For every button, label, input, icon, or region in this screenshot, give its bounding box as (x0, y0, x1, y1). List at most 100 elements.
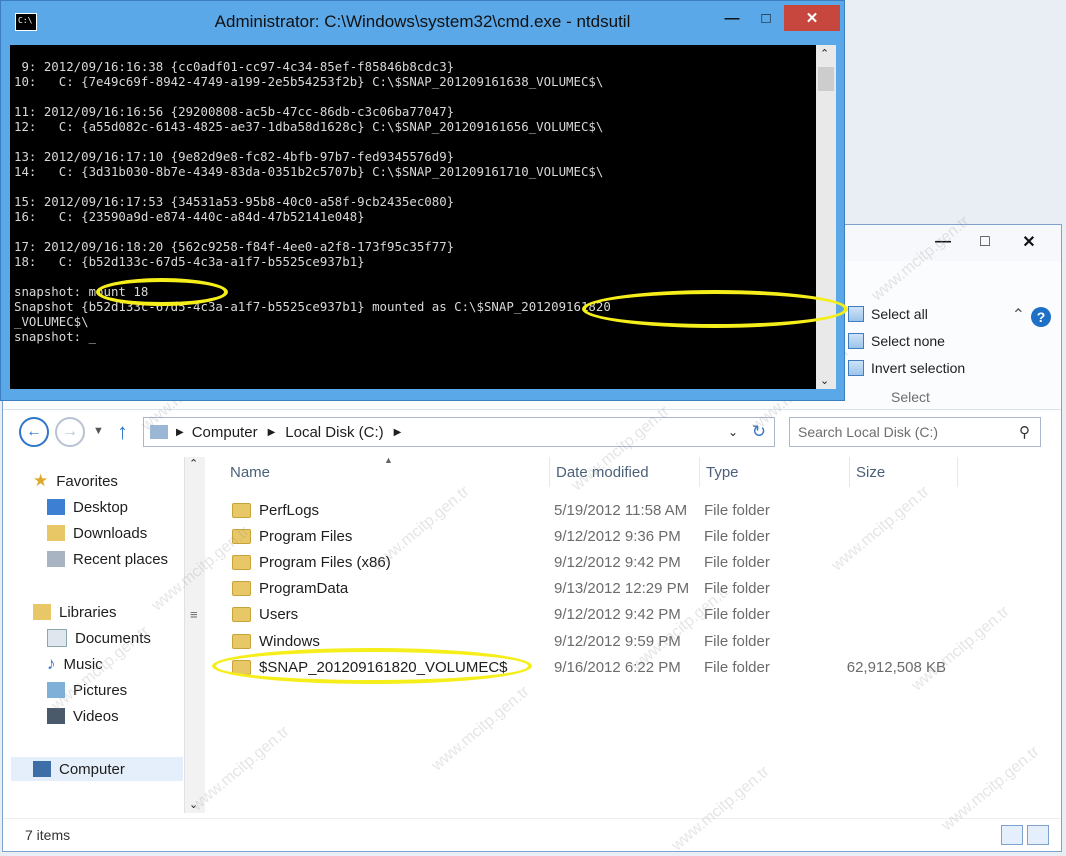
select-all-icon (848, 306, 864, 322)
console-line: 10: C: {7e49c69f-8942-4749-a199-2e5b5425… (14, 74, 604, 89)
breadcrumb-local-disk[interactable]: Local Disk (C:) (285, 424, 383, 441)
console-line: 13: 2012/09/16:17:10 {9e82d9e8-fc82-4bfb… (14, 149, 455, 164)
item-count: 7 items (25, 827, 71, 843)
file-row[interactable]: PerfLogs 5/19/2012 11:58 AM File folder (208, 497, 968, 523)
column-header-type[interactable]: Type (700, 457, 850, 487)
file-list: Name ▲ Date modified Type Size PerfLogs 5… (208, 455, 1063, 817)
recent-locations-chevron-icon[interactable]: ▼ (93, 425, 104, 437)
nav-desktop[interactable]: Desktop (47, 495, 128, 519)
cmd-titlebar: C:\ Administrator: C:\Windows\system32\c… (1, 1, 844, 45)
help-icon[interactable]: ? (1031, 307, 1051, 327)
details-view-icon[interactable] (1001, 825, 1023, 845)
large-icons-view-icon[interactable] (1027, 825, 1049, 845)
breadcrumb-separator-icon[interactable]: ▶ (176, 427, 184, 438)
breadcrumb-separator-icon[interactable]: ▶ (268, 427, 276, 438)
file-type: File folder (704, 632, 770, 650)
file-type: File folder (704, 501, 770, 519)
file-name: Program Files (259, 527, 353, 545)
search-icon[interactable]: ⚲ (1019, 423, 1030, 441)
cmd-maximize-button[interactable]: □ (750, 5, 782, 31)
nav-computer[interactable]: Computer (11, 757, 183, 781)
scroll-up-icon[interactable]: ⌃ (820, 47, 829, 60)
downloads-icon (47, 525, 65, 541)
cmd-window: C:\ Administrator: C:\Windows\system32\c… (0, 0, 845, 401)
file-date: 5/19/2012 11:58 AM (554, 501, 688, 519)
invert-selection-button[interactable]: Invert selection (848, 358, 965, 378)
file-date: 9/16/2012 6:22 PM (554, 658, 681, 676)
file-type: File folder (704, 553, 770, 571)
file-name: Windows (259, 632, 320, 650)
nav-recent-places-label: Recent places (73, 550, 169, 568)
file-size (854, 576, 946, 602)
cmd-scrollbar[interactable]: ⌃ ⌄ (816, 45, 836, 389)
select-all-button[interactable]: Select all (848, 304, 928, 324)
select-all-label: Select all (871, 306, 928, 322)
console-line: _VOLUMEC$\ (14, 314, 89, 329)
file-size (854, 549, 946, 575)
nav-downloads[interactable]: Downloads (47, 521, 147, 545)
star-icon: ★ (33, 471, 49, 490)
back-button[interactable]: ← (19, 417, 49, 447)
file-name: PerfLogs (259, 501, 320, 519)
breadcrumb-separator-icon[interactable]: ▶ (394, 427, 402, 438)
nav-pane-scrollbar[interactable]: ⌃ ≡ ⌄ (184, 457, 205, 813)
folder-icon (232, 633, 251, 649)
folder-icon (232, 581, 251, 597)
file-name-cell: ProgramData (232, 576, 348, 602)
address-bar[interactable]: ▶ Computer ▶ Local Disk (C:) ▶ ⌄ ↻ (143, 417, 775, 447)
cmd-close-button[interactable]: ✕ (784, 5, 840, 31)
file-size (854, 602, 946, 628)
nav-videos-label: Videos (73, 707, 119, 725)
scroll-down-icon[interactable]: ⌄ (820, 374, 829, 387)
computer-icon (33, 761, 51, 777)
chevron-up-icon[interactable]: ⌃ (1012, 305, 1025, 325)
file-type: File folder (704, 527, 770, 545)
up-arrow-icon[interactable]: ↑ (117, 419, 128, 445)
file-size (854, 628, 946, 654)
file-name-cell: Program Files (x86) (232, 549, 391, 575)
console-line: snapshot: _ (14, 329, 97, 344)
nav-desktop-label: Desktop (73, 498, 129, 516)
file-name-cell: Windows (232, 628, 320, 654)
maximize-button[interactable]: □ (965, 229, 1005, 255)
console-line: 18: C: {b52d133c-67d5-4c3a-a1f7-b5525ce9… (14, 254, 365, 269)
ribbon-group-label: Select (891, 389, 930, 405)
console-line: 12: C: {a55d082c-6143-4825-ae37-1dba58d1… (14, 119, 604, 134)
close-button[interactable]: ✕ (1009, 229, 1049, 255)
file-row[interactable]: Users 9/12/2012 9:42 PM File folder (208, 602, 968, 628)
nav-computer-label: Computer (59, 760, 125, 778)
console-line: 17: 2012/09/16:18:20 {562c9258-f84f-4ee0… (14, 239, 455, 254)
file-row[interactable]: ProgramData 9/13/2012 12:29 PM File folder (208, 576, 968, 602)
file-row[interactable]: $SNAP_201209161820_VOLUMEC$ 9/16/2012 6:2… (208, 654, 968, 680)
sort-ascending-icon: ▲ (384, 455, 393, 465)
search-input[interactable]: Search Local Disk (C:) ⚲ (789, 417, 1041, 447)
file-date: 9/12/2012 9:36 PM (554, 527, 681, 545)
scroll-up-icon[interactable]: ⌃ (189, 457, 198, 470)
nav-favorites[interactable]: ★ Favorites (33, 469, 118, 493)
column-header-size[interactable]: Size (850, 457, 958, 487)
file-type: File folder (704, 658, 770, 676)
nav-recent-places[interactable]: Recent places (47, 547, 168, 571)
forward-button[interactable]: → (55, 417, 85, 447)
folder-icon (232, 554, 251, 570)
file-row[interactable]: Windows 9/12/2012 9:59 PM File folder (208, 628, 968, 654)
address-dropdown-icon[interactable]: ⌄ (728, 425, 738, 439)
file-name-cell: PerfLogs (232, 497, 319, 523)
breadcrumb-computer[interactable]: Computer (192, 424, 258, 441)
file-name-cell: $SNAP_201209161820_VOLUMEC$ (232, 654, 508, 680)
select-none-button[interactable]: Select none (848, 331, 945, 351)
invert-selection-label: Invert selection (871, 360, 966, 376)
nav-downloads-label: Downloads (73, 524, 148, 542)
console-output[interactable]: 9: 2012/09/16:16:38 {cc0adf01-cc97-4c34-… (10, 45, 816, 389)
scroll-thumb[interactable] (818, 67, 834, 91)
nav-libraries[interactable]: Libraries (33, 600, 117, 624)
cmd-minimize-button[interactable]: — (716, 5, 748, 31)
scroll-grip-icon[interactable]: ≡ (190, 607, 198, 622)
console-lines: 9: 2012/09/16:16:38 {cc0adf01-cc97-4c34-… (14, 59, 611, 344)
console-line: 16: C: {23590a9d-e874-440c-a84d-47b52141… (14, 209, 365, 224)
